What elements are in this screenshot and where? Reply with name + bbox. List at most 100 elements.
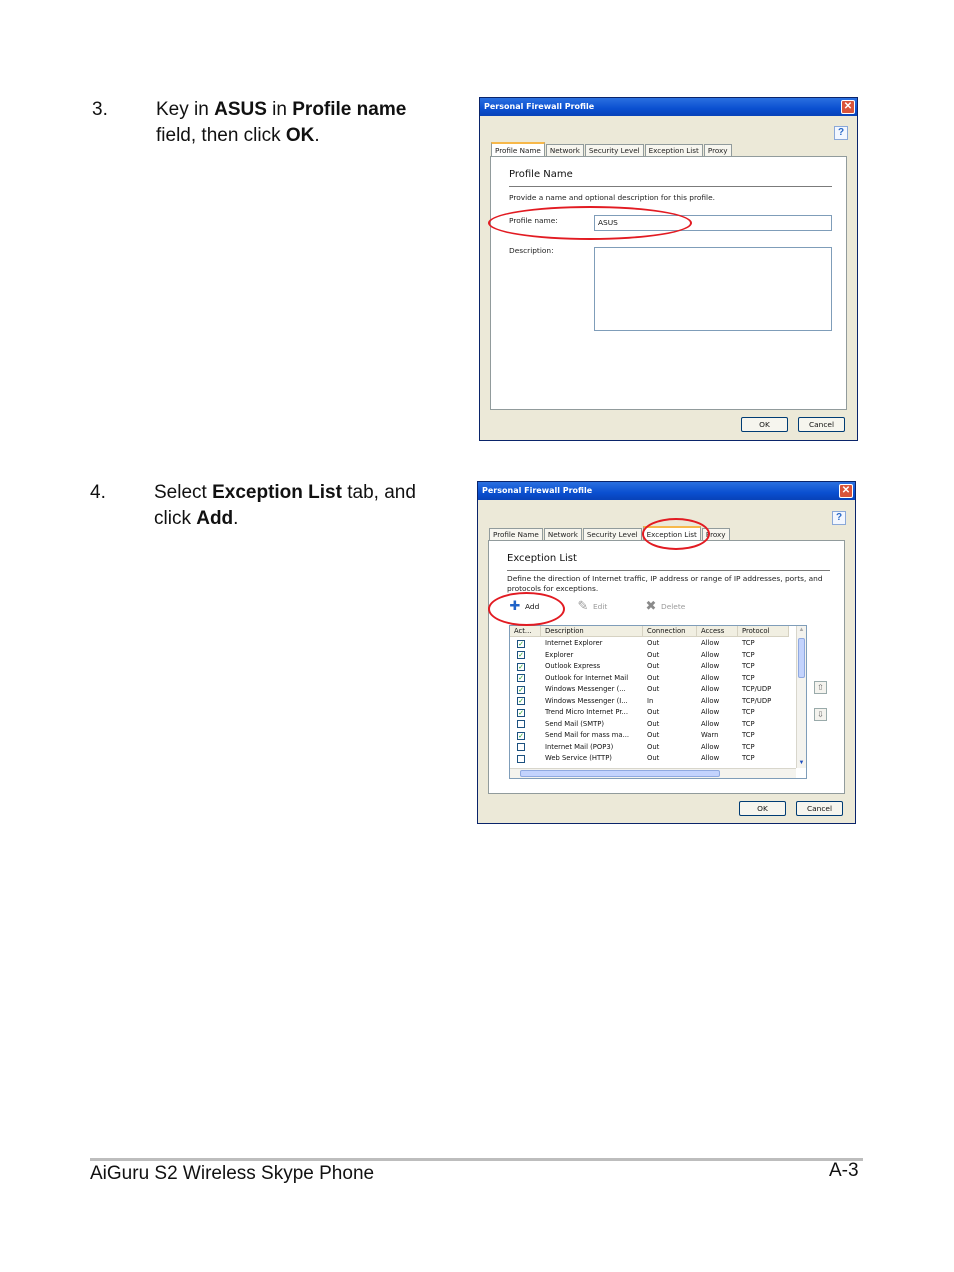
delete-button[interactable]: ✖ Delete xyxy=(645,600,686,613)
edit-button[interactable]: ✎ Edit xyxy=(577,599,608,614)
footer-page-number: A-3 xyxy=(829,1160,859,1181)
enable-checkbox[interactable]: ✓ xyxy=(517,639,525,648)
cell-protocol: TCP xyxy=(742,742,755,751)
step-3: 3. Key in ASUS in Profile name field, the… xyxy=(92,97,442,153)
cell-access: Allow xyxy=(701,696,720,705)
cell-description: Outlook for Internet Mail xyxy=(545,673,629,682)
instructions-text: Define the direction of Internet traffic… xyxy=(507,574,823,593)
row-checkbox-cell xyxy=(510,742,541,754)
cell-description: Windows Messenger (I... xyxy=(545,696,628,705)
cancel-button[interactable]: Cancel xyxy=(798,417,845,432)
description-label: Description: xyxy=(509,246,554,255)
row-checkbox-cell: ✓ xyxy=(510,707,541,719)
row-checkbox-cell xyxy=(510,753,541,765)
table-row[interactable]: ✓ Windows Messenger (... Out Allow TCP/UDP xyxy=(510,684,789,696)
table-row[interactable]: Web Service (HTTP) Out Allow TCP xyxy=(510,753,789,765)
enable-checkbox[interactable] xyxy=(517,743,525,751)
enable-checkbox[interactable]: ✓ xyxy=(517,662,525,671)
table-row[interactable]: ✓ Trend Micro Internet Pr... Out Allow TCP xyxy=(510,707,789,719)
cancel-button[interactable]: Cancel xyxy=(796,801,843,816)
cell-connection: Out xyxy=(647,639,660,647)
cell-protocol: TCP/UDP xyxy=(742,696,772,705)
heading-divider xyxy=(507,570,830,571)
table-row[interactable]: Internet Mail (POP3) Out Allow TCP xyxy=(510,742,789,754)
edit-label: Edit xyxy=(593,602,608,611)
close-button[interactable]: ✕ xyxy=(841,100,855,114)
table-row[interactable]: ✓ Explorer Out Allow TCP xyxy=(510,650,789,662)
step-4: 4. Select Exception List tab, and click A… xyxy=(90,480,450,536)
exception-list[interactable]: Act... Description Connection Access Pro… xyxy=(509,625,807,779)
scroll-thumb[interactable] xyxy=(798,638,805,678)
highlight-oval-add-button xyxy=(488,592,565,626)
ok-button[interactable]: OK xyxy=(739,801,786,816)
cell-connection: Out xyxy=(647,708,660,716)
footer-product-name: AiGuru S2 Wireless Skype Phone xyxy=(90,1163,375,1184)
footer-divider xyxy=(90,1158,863,1161)
cell-description: Web Service (HTTP) xyxy=(545,754,612,762)
column-header-access[interactable]: Access xyxy=(697,626,738,636)
enable-checkbox[interactable]: ✓ xyxy=(517,674,525,682)
cell-access: Warn xyxy=(701,731,719,739)
scroll-thumb[interactable] xyxy=(520,770,720,777)
scroll-down-icon[interactable]: ▼ xyxy=(797,759,806,768)
dialog-titlebar: Personal Firewall Profile xyxy=(480,98,857,116)
cell-connection: Out xyxy=(647,731,660,739)
cell-access: Allow xyxy=(701,719,720,728)
cell-protocol: TCP/UDP xyxy=(742,685,772,693)
cell-access: Allow xyxy=(701,742,720,751)
column-header-protocol[interactable]: Protocol xyxy=(738,626,789,636)
cell-connection: Out xyxy=(647,742,660,751)
cell-description: Windows Messenger (... xyxy=(545,685,626,693)
scroll-up-icon[interactable]: ▲ xyxy=(797,626,806,635)
step-number: 4. xyxy=(90,482,106,503)
cell-description: Send Mail for mass ma... xyxy=(545,731,630,739)
enable-checkbox[interactable] xyxy=(517,720,525,728)
list-horizontal-scrollbar[interactable] xyxy=(510,768,796,778)
cell-description: Trend Micro Internet Pr... xyxy=(545,708,628,716)
table-row[interactable]: ✓ Outlook Express Out Allow TCP xyxy=(510,661,789,673)
tab-strip: Profile Name Network Security Level Exce… xyxy=(491,140,733,157)
tab-profile-name[interactable]: Profile Name xyxy=(491,142,545,157)
table-row[interactable]: Send Mail (SMTP) Out Allow TCP xyxy=(510,719,789,731)
enable-checkbox[interactable]: ✓ xyxy=(517,708,525,717)
move-down-icon[interactable]: ⇩ xyxy=(814,708,827,721)
table-row[interactable]: ✓ Send Mail for mass ma... Out Warn TCP xyxy=(510,730,789,742)
list-vertical-scrollbar[interactable]: ▲ ▼ xyxy=(796,626,806,768)
cell-protocol: TCP xyxy=(742,650,755,659)
cell-access: Allow xyxy=(701,650,720,659)
cell-connection: Out xyxy=(647,650,660,659)
column-header-description[interactable]: Description xyxy=(541,626,643,636)
section-heading: Profile Name xyxy=(509,169,573,180)
delete-label: Delete xyxy=(661,602,686,611)
cell-connection: Out xyxy=(647,662,660,670)
cell-connection: Out xyxy=(647,754,660,762)
firewall-profile-dialog-profile-name: Personal Firewall Profile ✕ ? Profile Na… xyxy=(479,97,858,441)
row-checkbox-cell: ✓ xyxy=(510,684,541,696)
cell-protocol: TCP xyxy=(742,754,755,762)
help-icon[interactable]: ? xyxy=(834,126,848,140)
description-textarea[interactable] xyxy=(594,247,832,331)
cell-access: Allow xyxy=(701,754,720,762)
cell-connection: In xyxy=(647,696,654,705)
cell-protocol: TCP xyxy=(742,719,755,728)
section-heading: Exception List xyxy=(507,553,577,564)
table-row[interactable]: ✓ Windows Messenger (I... In Allow TCP/UDP xyxy=(510,696,789,708)
pencil-icon: ✎ xyxy=(577,599,589,614)
table-row[interactable]: ✓ Internet Explorer Out Allow TCP xyxy=(510,638,789,650)
step-instruction: Key in ASUS in Profile name field, then c… xyxy=(156,99,407,146)
ok-button[interactable]: OK xyxy=(741,417,788,432)
row-checkbox-cell xyxy=(510,719,541,731)
enable-checkbox[interactable] xyxy=(517,754,525,763)
enable-checkbox[interactable]: ✓ xyxy=(517,731,525,740)
column-header-action[interactable]: Act... xyxy=(510,626,541,636)
column-header-connection[interactable]: Connection xyxy=(643,626,697,636)
close-button[interactable]: ✕ xyxy=(839,484,853,498)
move-up-icon[interactable]: ⇧ xyxy=(814,681,827,694)
enable-checkbox[interactable]: ✓ xyxy=(517,697,525,705)
enable-checkbox[interactable]: ✓ xyxy=(517,685,525,694)
enable-checkbox[interactable]: ✓ xyxy=(517,651,525,659)
help-icon[interactable]: ? xyxy=(832,511,846,525)
cell-protocol: TCP xyxy=(742,731,755,739)
table-row[interactable]: ✓ Outlook for Internet Mail Out Allow TCP xyxy=(510,673,789,685)
tab-panel: Profile Name Provide a name and optional… xyxy=(490,156,847,410)
